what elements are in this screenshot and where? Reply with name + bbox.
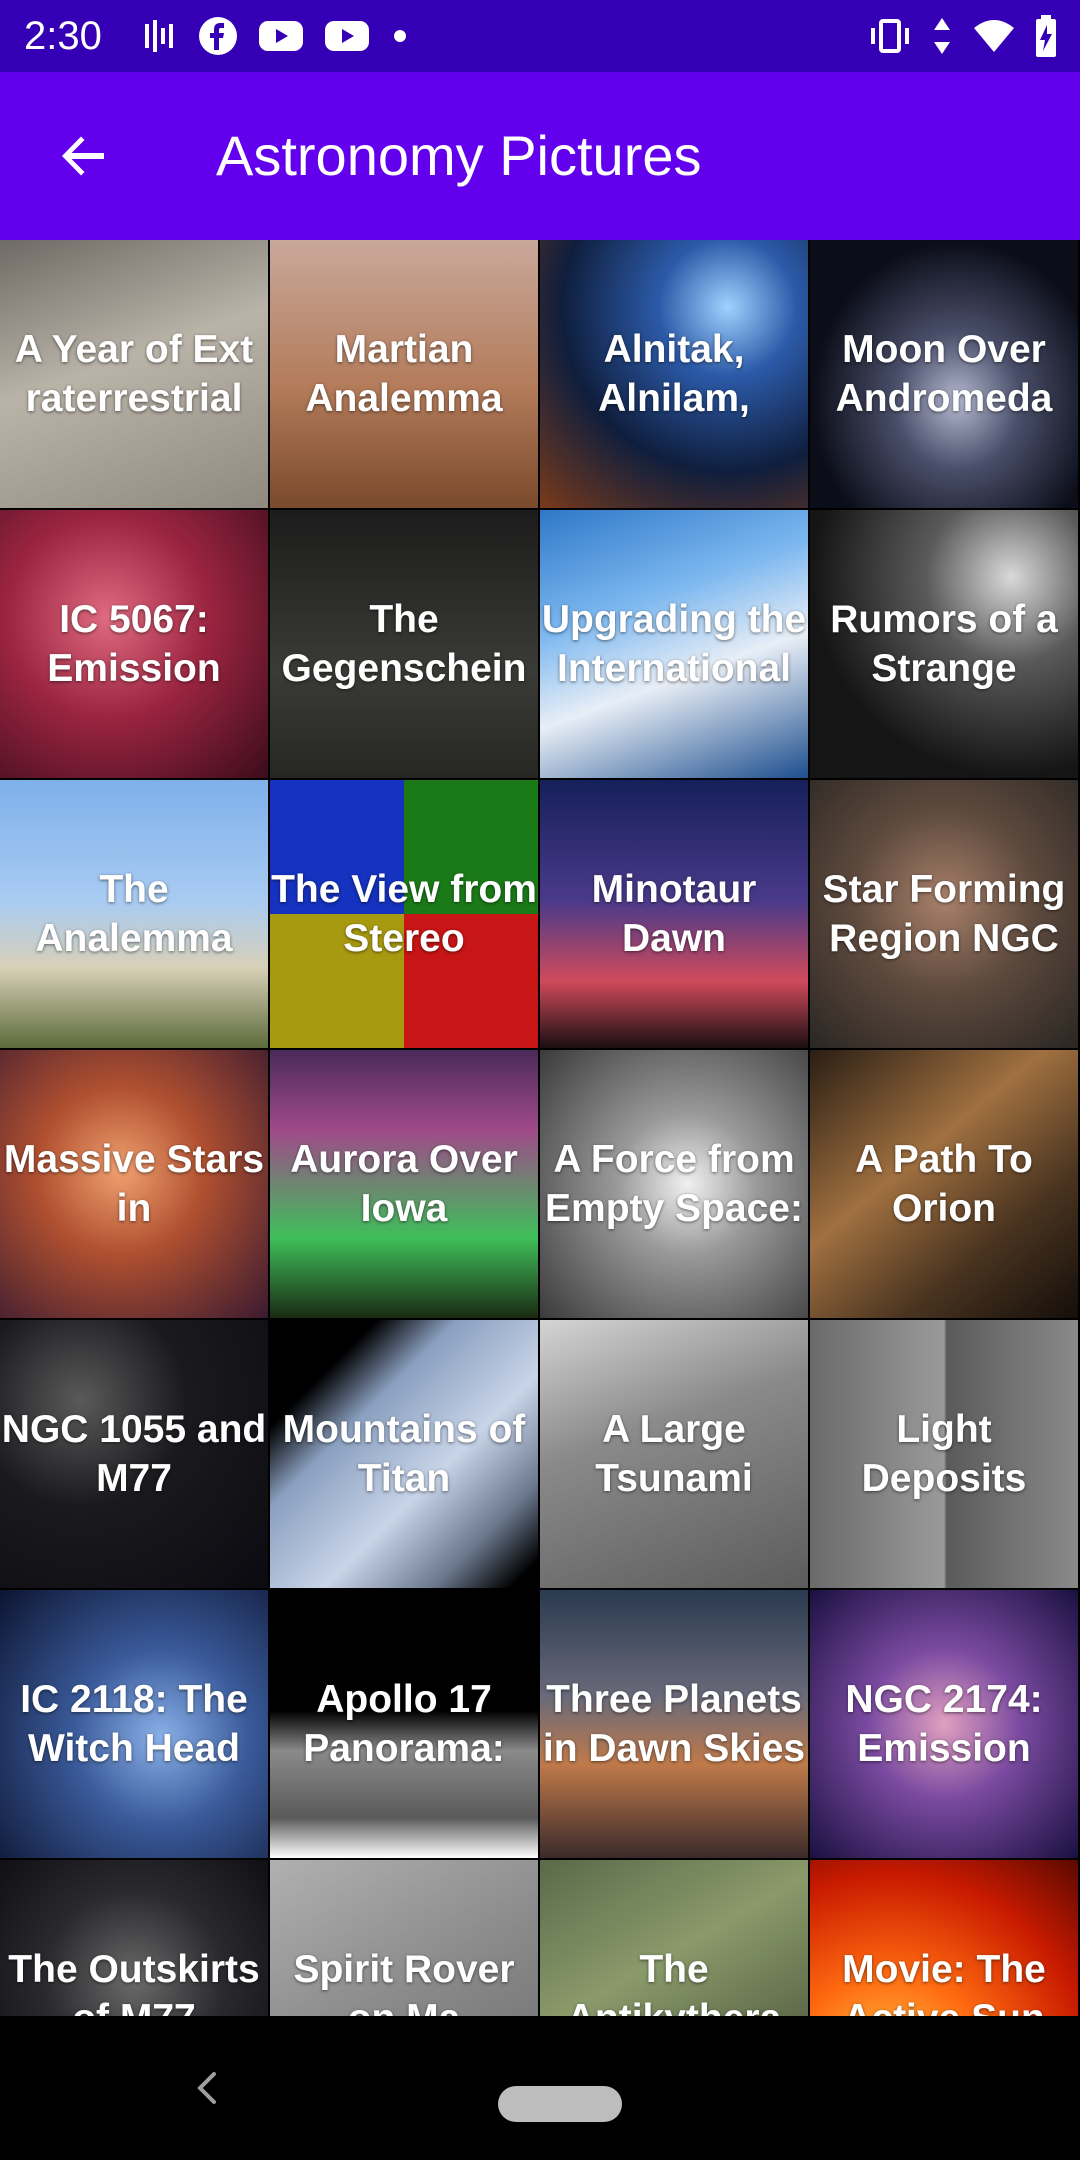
picture-tile[interactable]: Apollo 17 Panorama:	[270, 1590, 538, 1858]
picture-tile[interactable]: A Path To Orion	[810, 1050, 1078, 1318]
picture-title: The Gegenschein	[281, 598, 527, 690]
picture-tile[interactable]: Mountains of Titan	[270, 1320, 538, 1588]
picture-title: Massive Stars in	[3, 1138, 265, 1230]
picture-tile[interactable]: Rumors of a Strange	[810, 510, 1078, 778]
picture-tile[interactable]: Three Planets in Dawn Skies	[540, 1590, 808, 1858]
picture-tile[interactable]: Martian Analemma	[270, 240, 538, 508]
picture-grid: A Year of Ext raterrestrial Martian Anale…	[0, 240, 1080, 2016]
picture-title: A Large Tsunami	[595, 1408, 753, 1500]
picture-title: The Analemma	[35, 868, 233, 960]
picture-tile[interactable]: IC 2118: The Witch Head	[0, 1590, 268, 1858]
picture-tile[interactable]: Light Deposits	[810, 1320, 1078, 1588]
picture-tile[interactable]: Movie: The Active Sun	[810, 1860, 1078, 2016]
picture-tile[interactable]: The Outskirts of M77	[0, 1860, 268, 2016]
picture-tile[interactable]: NGC 1055 and M77	[0, 1320, 268, 1588]
app-bar: Astronomy Pictures	[0, 72, 1080, 240]
page-title: Astronomy Pictures	[216, 124, 702, 187]
picture-title: Movie: The Active Sun	[842, 1948, 1046, 2016]
picture-title: NGC 1055 and M77	[1, 1408, 267, 1500]
picture-tile[interactable]: NGC 2174: Emission	[810, 1590, 1078, 1858]
picture-tile[interactable]: The Analemma	[0, 780, 268, 1048]
picture-title: Apollo 17 Panorama:	[303, 1678, 505, 1770]
picture-title: Light Deposits	[861, 1408, 1027, 1500]
picture-title: Rumors of a Strange	[830, 598, 1058, 690]
picture-tile[interactable]: A Force from Empty Space:	[540, 1050, 808, 1318]
vibrate-icon	[871, 19, 909, 53]
picture-title: Upgrading the International	[541, 598, 807, 690]
picture-tile[interactable]: Massive Stars in	[0, 1050, 268, 1318]
picture-title: Alnitak, Alnilam,	[598, 328, 750, 420]
picture-title: The Antikythera	[567, 1948, 782, 2016]
picture-tile[interactable]: Alnitak, Alnilam,	[540, 240, 808, 508]
picture-title: Three Planets in Dawn Skies	[542, 1678, 806, 1770]
picture-tile[interactable]: Star Forming Region NGC	[810, 780, 1078, 1048]
system-icons	[868, 14, 1058, 58]
status-bar: 2:30	[0, 0, 1080, 72]
data-arrows-icon	[934, 18, 950, 54]
picture-tile[interactable]: Aurora Over Iowa	[270, 1050, 538, 1318]
picture-tile[interactable]: Minotaur Dawn	[540, 780, 808, 1048]
picture-tile[interactable]: A Large Tsunami	[540, 1320, 808, 1588]
battery-charging-icon	[1036, 15, 1056, 57]
picture-title: A Path To Orion	[855, 1138, 1033, 1230]
picture-title: Aurora Over Iowa	[290, 1138, 518, 1230]
youtube-icon	[259, 21, 303, 51]
youtube-icon	[325, 21, 369, 51]
picture-title: IC 2118: The Witch Head	[20, 1678, 248, 1770]
dot-icon	[394, 30, 406, 42]
picture-title: The Outskirts of M77	[8, 1948, 260, 2016]
picture-title: A Force from Empty Space:	[545, 1138, 803, 1230]
picture-tile[interactable]: The Antikythera	[540, 1860, 808, 2016]
picture-tile[interactable]: IC 5067: Emission	[0, 510, 268, 778]
picture-title: The View from Stereo	[271, 868, 537, 960]
facebook-icon	[199, 17, 237, 55]
picture-title: IC 5067: Emission	[47, 598, 221, 690]
picture-tile[interactable]: Upgrading the International	[540, 510, 808, 778]
picture-title: Minotaur Dawn	[591, 868, 757, 960]
arrow-back-icon	[62, 136, 104, 176]
picture-title: Spirit Rover on Ma	[293, 1948, 515, 2016]
picture-title: Moon Over Andromeda	[835, 328, 1053, 420]
picture-tile[interactable]: The Gegenschein	[270, 510, 538, 778]
picture-title: Martian Analemma	[305, 328, 503, 420]
wifi-icon	[974, 20, 1014, 52]
picture-tile[interactable]: A Year of Ext raterrestrial	[0, 240, 268, 508]
notification-icons	[142, 14, 410, 58]
picture-title: A Year of Ext raterrestrial	[14, 328, 254, 420]
picture-tile[interactable]: The View from Stereo	[270, 780, 538, 1048]
nav-back-icon[interactable]	[186, 2064, 230, 2112]
status-time: 2:30	[24, 14, 102, 58]
picture-title: Mountains of Titan	[282, 1408, 526, 1500]
nav-home-pill[interactable]	[498, 2086, 622, 2122]
picture-title: Star Forming Region NGC	[822, 868, 1066, 960]
soundwave-icon	[145, 20, 173, 52]
picture-title: NGC 2174: Emission	[845, 1678, 1043, 1770]
picture-tile[interactable]: Spirit Rover on Ma	[270, 1860, 538, 2016]
back-button[interactable]	[40, 116, 128, 196]
picture-tile[interactable]: Moon Over Andromeda	[810, 240, 1078, 508]
